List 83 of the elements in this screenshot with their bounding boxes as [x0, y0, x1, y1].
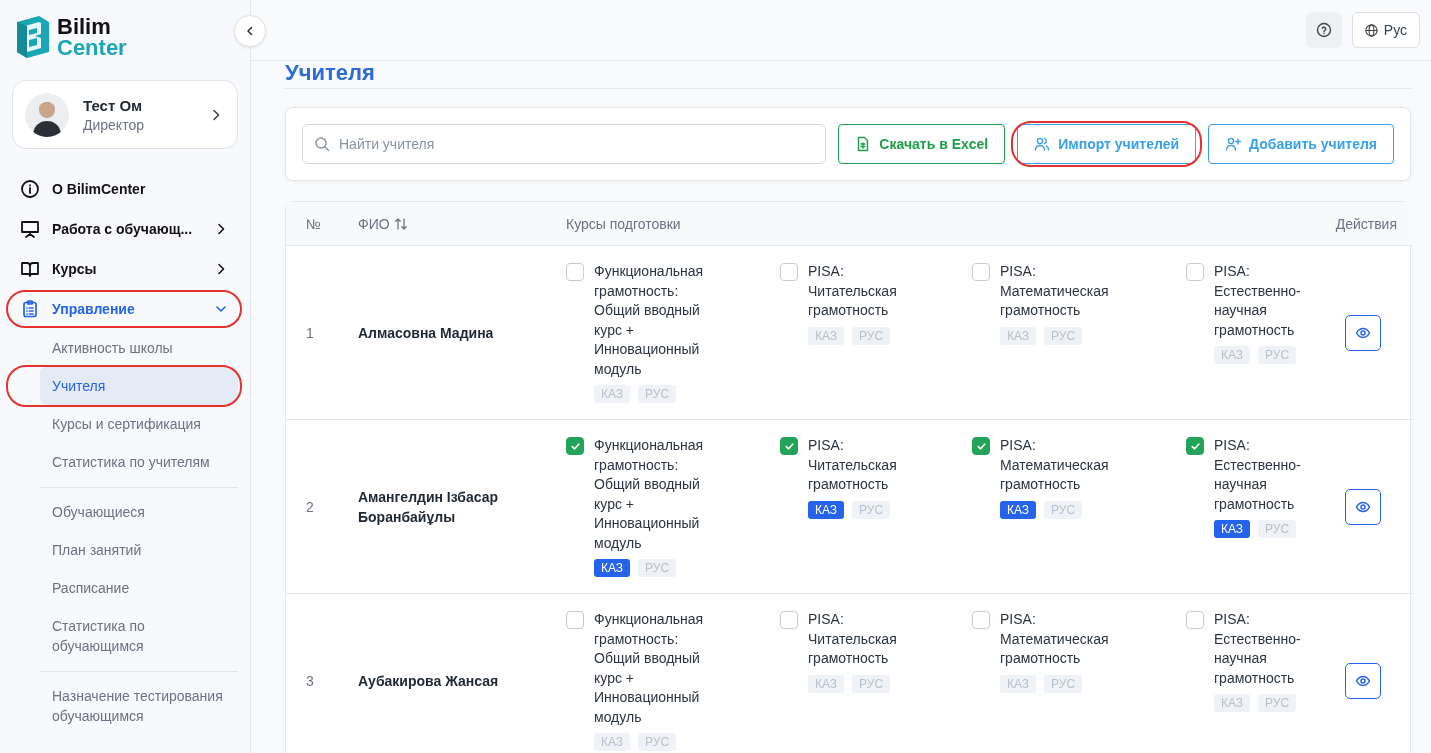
check-icon — [975, 440, 987, 452]
course-title: PISA: Математическая грамотность — [1000, 262, 1110, 320]
search-icon — [314, 136, 330, 152]
presentation-board-icon — [20, 219, 40, 239]
globe-icon — [1364, 23, 1378, 37]
column-header[interactable]: ФИО — [358, 215, 408, 232]
language-tag[interactable]: КАЗ — [808, 500, 845, 519]
checkbox[interactable] — [566, 263, 584, 281]
course-title: PISA: Читательская грамотность — [808, 610, 898, 668]
sidebar-subitem[interactable]: Назначение тестирования обучающимся — [40, 671, 238, 735]
course-title: PISA: Читательская грамотность — [808, 262, 898, 320]
check-icon — [783, 440, 795, 452]
column-header: Действия — [1335, 215, 1397, 232]
teacher-name: Алмасовна Мадина — [358, 323, 495, 343]
teacher-name: Аубакирова Жансая — [358, 671, 500, 691]
language-tag[interactable]: КАЗ — [1214, 520, 1251, 538]
checkbox[interactable] — [1186, 437, 1204, 455]
sidebar-subitem[interactable]: Активность школы — [40, 329, 238, 367]
add-user-icon — [1225, 136, 1242, 152]
checkbox[interactable] — [1186, 611, 1204, 629]
column-header: Курсы подготовки — [566, 215, 681, 232]
sidebar-subitem[interactable]: Расписание — [40, 569, 238, 607]
course-title: PISA: Читательская грамотность — [808, 436, 898, 494]
user-role: Директор — [83, 116, 145, 133]
language-tag[interactable]: КАЗ — [1000, 500, 1037, 519]
sidebar-subitem[interactable]: Обучающиеся — [40, 487, 238, 531]
sidebar-item[interactable]: Работа с обучающ... — [12, 209, 238, 249]
check-icon — [569, 440, 581, 452]
teacher-name: Амангелдин Ізбасар Боранбайұлы — [358, 487, 500, 527]
user-name: Тест Ом — [83, 96, 144, 114]
view-button[interactable] — [1345, 662, 1381, 699]
language-tag[interactable]: КАЗ — [594, 559, 631, 577]
checkbox[interactable] — [1186, 263, 1204, 281]
logo-icon — [15, 14, 51, 60]
search-field[interactable]: Найти учителя — [302, 124, 827, 164]
checkbox[interactable] — [566, 611, 584, 629]
course-title: PISA: Математическая грамотность — [1000, 436, 1110, 494]
logo-text: Center — [57, 37, 127, 58]
logo-text: Bilim — [57, 16, 112, 37]
row-number: 1 — [306, 324, 314, 341]
avatar — [25, 92, 69, 137]
row-number: 2 — [306, 498, 314, 515]
users-icon — [1034, 136, 1051, 152]
toolbar-button[interactable]: Импорт учителей — [1017, 124, 1197, 164]
collapse-button[interactable] — [234, 15, 266, 47]
course-title: Функциональная грамотность: Общий вводный курс + Инновационный модуль — [594, 262, 705, 379]
sort-icon[interactable] — [393, 216, 408, 231]
sidebar-subitem[interactable]: Статистика по обучающимся — [40, 607, 238, 665]
view-button[interactable] — [1345, 488, 1381, 525]
checkbox[interactable] — [780, 263, 798, 281]
sidebar-subitem[interactable]: Курсы и сертификация — [40, 405, 238, 443]
course-title: PISA: Естественно-научная грамотность — [1214, 436, 1302, 514]
user-card[interactable]: Тест Ом Директор — [12, 80, 238, 149]
course-title: PISA: Математическая грамотность — [1000, 610, 1110, 668]
course-title: PISA: Естественно-научная грамотность — [1214, 262, 1302, 340]
course-title: Функциональная грамотность: Общий вводный курс + Инновационный модуль — [594, 610, 705, 727]
clipboard-icon — [20, 299, 40, 319]
check-icon — [1189, 440, 1201, 452]
course-title: PISA: Естественно-научная грамотность — [1214, 610, 1302, 688]
sidebar-subitem[interactable]: План занятий — [40, 531, 238, 569]
info-icon — [20, 179, 40, 199]
toolbar-button[interactable]: Скачать в Excel — [838, 124, 1006, 164]
sidebar-subitem[interactable]: Статистика по учителям — [40, 443, 238, 481]
language-button[interactable]: Рус — [1351, 12, 1420, 48]
sidebar-subitem[interactable]: Учителя — [40, 367, 238, 405]
checkbox[interactable] — [972, 437, 990, 455]
page-title: Учителя — [285, 61, 1411, 89]
checkbox[interactable] — [972, 263, 990, 281]
checkbox[interactable] — [566, 437, 584, 455]
sidebar-item[interactable]: Курсы — [12, 249, 238, 289]
book-icon — [20, 259, 40, 279]
column-header: № — [306, 215, 322, 232]
row-number: 3 — [306, 672, 314, 689]
checkbox[interactable] — [780, 437, 798, 455]
view-button[interactable] — [1345, 314, 1381, 351]
course-title: Функциональная грамотность: Общий вводный курс + Инновационный модуль — [594, 436, 705, 553]
checkbox[interactable] — [780, 611, 798, 629]
checkbox[interactable] — [972, 611, 990, 629]
sidebar-item[interactable]: О BilimCenter — [12, 169, 238, 209]
help-button[interactable] — [1305, 12, 1342, 48]
help-icon — [1315, 22, 1332, 38]
sidebar-item[interactable]: Управление — [12, 289, 238, 329]
toolbar-button[interactable]: Добавить учителя — [1208, 124, 1394, 164]
